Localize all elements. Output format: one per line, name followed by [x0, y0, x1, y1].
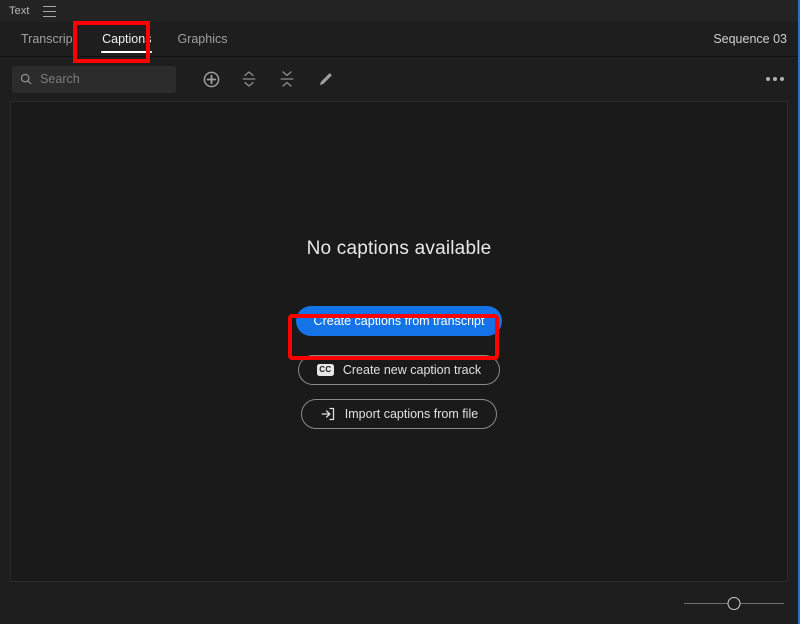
- button-label: Import captions from file: [344, 407, 479, 421]
- caption-size-slider[interactable]: [684, 593, 784, 613]
- cc-icon: CC: [316, 364, 334, 376]
- create-captions-from-transcript-button[interactable]: Create captions from transcript: [295, 306, 503, 336]
- create-new-caption-track-button[interactable]: CC Create new caption track: [297, 355, 501, 385]
- search-input[interactable]: [40, 72, 168, 86]
- import-arrow-icon: [321, 407, 334, 421]
- merge-caption-button[interactable]: [272, 65, 302, 93]
- search-field[interactable]: [12, 65, 176, 93]
- button-label: Create new caption track: [342, 363, 482, 377]
- panel-title: Text: [9, 5, 30, 17]
- slider-thumb[interactable]: [727, 596, 741, 610]
- tab-captions[interactable]: Captions: [89, 22, 165, 56]
- toolbar-icon-group: [196, 65, 340, 93]
- text-panel: Text Transcript Captions Graphics Sequen…: [0, 0, 800, 624]
- edit-caption-button[interactable]: [310, 65, 340, 93]
- button-label: Create captions from transcript: [313, 314, 485, 328]
- ellipsis-icon: [773, 77, 777, 81]
- captions-list-area: No captions available Create captions fr…: [10, 101, 788, 582]
- empty-state: No captions available Create captions fr…: [295, 238, 503, 443]
- import-captions-from-file-button[interactable]: Import captions from file: [300, 399, 498, 429]
- captions-toolbar: [0, 57, 800, 101]
- add-caption-button[interactable]: [196, 65, 226, 93]
- empty-state-title: No captions available: [306, 238, 492, 259]
- tab-graphics[interactable]: Graphics: [164, 22, 240, 56]
- plus-circle-icon: [203, 71, 219, 87]
- split-arrows-icon: [242, 71, 256, 87]
- panel-footer: [0, 582, 800, 624]
- ellipsis-icon: [780, 77, 784, 81]
- tab-bar: Transcript Captions Graphics Sequence 03: [0, 22, 800, 57]
- ellipsis-icon: [766, 77, 770, 81]
- tab-transcript[interactable]: Transcript: [8, 22, 89, 56]
- panel-menu-icon[interactable]: [42, 5, 56, 17]
- merge-arrows-icon: [280, 71, 294, 87]
- sequence-label: Sequence 03: [713, 32, 787, 46]
- pencil-icon: [319, 72, 332, 85]
- content-wrapper: No captions available Create captions fr…: [0, 101, 800, 582]
- split-caption-button[interactable]: [234, 65, 264, 93]
- panel-titlebar: Text: [0, 0, 800, 22]
- search-icon: [20, 73, 32, 85]
- more-options-button[interactable]: [760, 65, 790, 93]
